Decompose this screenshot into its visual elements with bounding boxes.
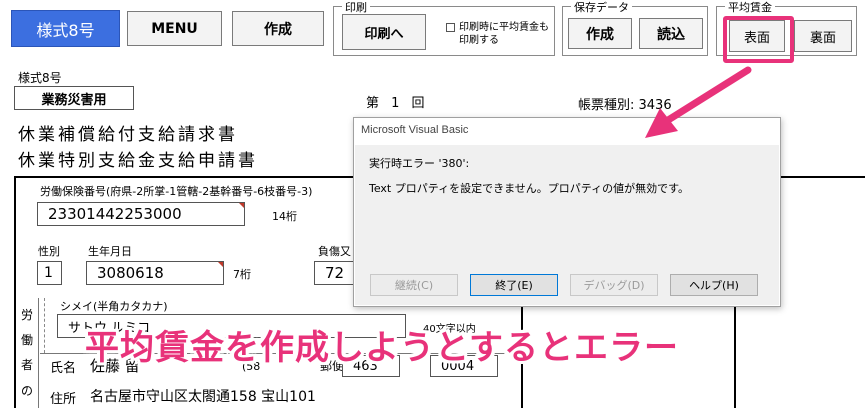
print-group-title: 印刷 [342,0,370,15]
save-create-button[interactable]: 作成 [568,18,632,49]
injury-date-label: 負傷又 [318,245,351,258]
error-message-text: Text プロパティを設定できません。プロパティの値が無効です。 [369,182,689,195]
injury-date-value: 72 [325,264,345,282]
insurance-number-label: 労働保険番号(府県-2所掌-1管轄-2基幹番号-6枝番号-3) [40,185,313,198]
menu-button[interactable]: MENU [127,11,222,46]
issue-count: 第 1 回 [366,96,429,111]
highlight-box [723,16,794,63]
create-button[interactable]: 作成 [232,11,324,46]
continue-button[interactable]: 継続(C) [370,274,458,296]
worker-char: 労 [21,308,34,322]
end-button[interactable]: 終了(E) [470,274,558,296]
name-label: 氏名 [50,361,77,376]
worker-char: 者 [21,358,34,372]
load-button[interactable]: 読込 [639,18,703,49]
document-type: 帳票種別: 3436 [578,98,672,113]
form-title-line1: 休業補償給付支給請求書 [18,125,238,145]
birth-date-label: 生年月日 [88,245,132,258]
worker-char: 働 [21,333,34,347]
back-side-button[interactable]: 裏面 [794,20,852,52]
dialog-title: Microsoft Visual Basic [361,124,469,136]
annotation-caption: 平均賃金を作成しようとするとエラー [85,328,679,368]
sheet-name: 様式8号 [18,71,62,85]
checkbox-box[interactable] [446,23,455,32]
insurance-number-field[interactable]: 23301442253000 [37,202,245,226]
gender-field[interactable]: 1 [37,261,62,285]
gender-value: 1 [44,265,53,281]
birth-date-field[interactable]: 3080618 [86,261,224,285]
address-label: 住所 [50,392,77,407]
category-label: 業務災害用 [14,86,134,110]
print-group: 印刷 印刷へ 印刷時に平均賃金も印刷する [333,0,555,56]
debug-button[interactable]: デバッグ(D) [570,274,658,296]
save-data-group: 保存データ 作成 読込 [562,0,708,56]
insurance-number-value: 23301442253000 [48,205,182,223]
insurance-digits-label: 14桁 [272,210,297,223]
gender-label: 性別 [38,245,60,258]
print-average-checkbox[interactable]: 印刷時に平均賃金も印刷する [446,21,554,47]
worker-char: の [21,384,34,398]
birth-date-value: 3080618 [97,264,164,282]
divider [44,298,45,353]
save-group-title: 保存データ [571,0,632,15]
field-marker [239,203,244,208]
error-code-text: 実行時エラー '380': [369,157,470,170]
kana-name-label: シメイ(半角カタカナ) [60,300,168,313]
print-button[interactable]: 印刷へ [342,14,426,50]
form8-button[interactable]: 様式8号 [11,10,120,47]
average-wage-group-title: 平均賃金 [725,0,775,15]
field-marker [218,262,223,267]
checkbox-label: 印刷時に平均賃金も印刷する [459,22,549,46]
birth-digits-label: 7桁 [233,268,251,281]
help-button[interactable]: ヘルプ(H) [670,274,758,296]
error-dialog: Microsoft Visual Basic 実行時エラー '380': Tex… [353,117,781,307]
dialog-footer: 継続(C) 終了(E) デバッグ(D) ヘルプ(H) [355,265,779,305]
address-value: 名古屋市守山区太閤通158 宝山101 [90,389,316,405]
dialog-body: 実行時エラー '380': Text プロパティを設定できません。プロパティの値… [355,145,779,265]
form-title-line2: 休業特別支給金支給申請書 [18,151,258,171]
worker-column: 労 働 者 の [17,298,39,408]
